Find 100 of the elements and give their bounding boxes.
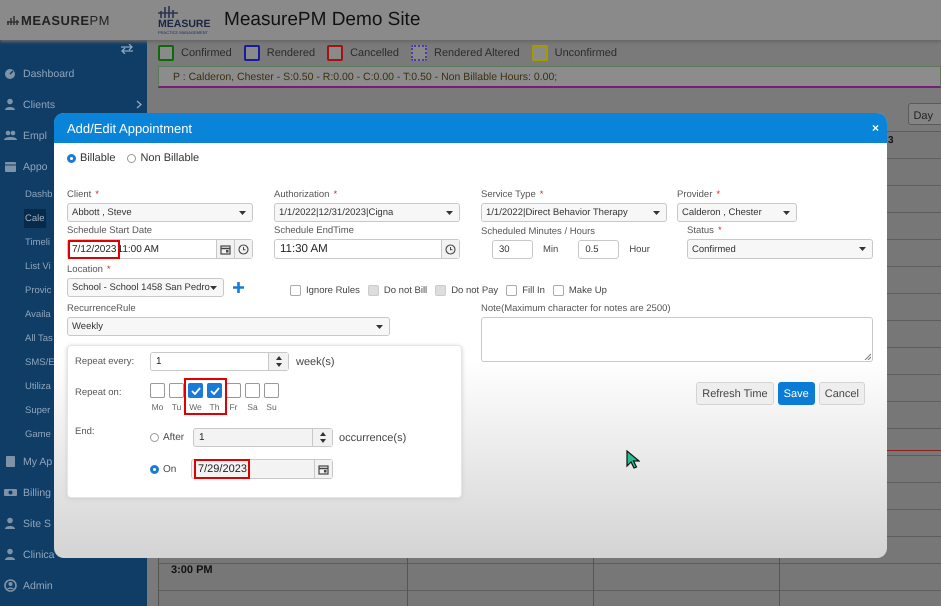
- resize-handle-icon[interactable]: [864, 353, 871, 360]
- note-field[interactable]: [481, 317, 873, 362]
- menu-item[interactable]: Dashboard: [22, 64, 76, 84]
- client-dropdown[interactable]: Abbott , Steve: [67, 203, 253, 222]
- clock-button[interactable]: [441, 240, 459, 258]
- day-label: Sa: [247, 402, 258, 412]
- service-type-dropdown[interactable]: 1/1/2022|Direct Behavior Therapy: [481, 203, 667, 222]
- menu-item[interactable]: Site S: [22, 514, 52, 534]
- menu-item[interactable]: Provic: [24, 280, 52, 300]
- field-label: Provider *: [677, 189, 722, 201]
- column-header: 3: [887, 134, 895, 146]
- field-label: Repeat every:: [75, 356, 136, 367]
- summary-bar: P : Calderon, Chester - S:0.50 - R:0.00 - C:0.00 - T:0.50 - Non Billable Hours: 0.00;: [158, 66, 941, 88]
- repeat-every-field[interactable]: 1: [150, 352, 289, 371]
- calendar-button[interactable]: [216, 240, 234, 258]
- plus-icon: [233, 282, 244, 293]
- brand-logo: MEASURE: [158, 19, 211, 30]
- cursor-icon: [626, 450, 640, 469]
- clock-icon: [445, 244, 456, 254]
- dialog-button[interactable]: Save: [778, 382, 815, 405]
- menu-item[interactable]: Admin: [22, 576, 54, 596]
- radio-button[interactable]: [150, 433, 159, 442]
- tablet-icon: [4, 455, 17, 468]
- person-icon: [4, 517, 17, 530]
- menu-item[interactable]: Empl: [22, 126, 48, 146]
- location-dropdown[interactable]: School - School 1458 San Pedro: [67, 278, 224, 297]
- legend-label: Rendered: [266, 47, 316, 59]
- menu-item[interactable]: Timeli: [24, 232, 51, 252]
- hours-field[interactable]: 0.5: [578, 240, 620, 259]
- checkbox[interactable]: [169, 383, 184, 398]
- radio-button[interactable]: [67, 154, 76, 162]
- menu-item[interactable]: Clients: [22, 94, 56, 114]
- authorization-dropdown[interactable]: 1/1/2022|12/31/2023|Cigna: [274, 203, 460, 222]
- field-label: End:: [75, 426, 96, 437]
- end-time-field[interactable]: 11:30 AM: [274, 239, 460, 259]
- toggle-icon[interactable]: [121, 44, 133, 54]
- stepper-button[interactable]: [268, 353, 288, 370]
- checkbox[interactable]: [150, 383, 165, 398]
- field-label: Authorization *: [274, 189, 338, 201]
- caret-icon: [446, 210, 453, 214]
- field-label: Note(Maximum character for notes are 2500): [481, 303, 672, 315]
- checkbox[interactable]: [552, 285, 564, 296]
- menu-item[interactable]: My Ap: [22, 452, 54, 472]
- site-title: MeasurePM Demo Site: [224, 9, 420, 31]
- menu-item[interactable]: Cale: [24, 208, 46, 228]
- radio-label: Billable: [80, 152, 116, 164]
- legend-label: Confirmed: [181, 47, 232, 59]
- menu-item[interactable]: Utiliza: [24, 376, 52, 396]
- logo-icon: [158, 5, 178, 19]
- calendar-icon: [318, 464, 329, 474]
- end-date-field[interactable]: 7/29/2023: [191, 459, 333, 479]
- checkbox-label: Ignore Rules: [306, 285, 360, 296]
- menu-item[interactable]: Clinica: [22, 544, 56, 564]
- time-label: 3:00 PM: [170, 564, 214, 576]
- recurrence-dropdown[interactable]: Weekly: [67, 317, 390, 336]
- dialog-button[interactable]: Cancel: [818, 382, 865, 405]
- menu-item[interactable]: Billing: [22, 482, 52, 502]
- menu-item[interactable]: Dashb: [24, 184, 54, 204]
- checkbox[interactable]: [207, 383, 222, 398]
- close-button[interactable]: ×: [870, 121, 881, 135]
- checkbox[interactable]: [188, 383, 203, 398]
- field-label: Service Type *: [481, 189, 544, 201]
- occurrence-field[interactable]: 1: [193, 428, 333, 447]
- person-icon: [4, 98, 17, 111]
- day-label: We: [189, 402, 202, 412]
- money-icon: [4, 486, 17, 499]
- add-button[interactable]: [233, 282, 244, 293]
- minutes-field[interactable]: 30: [492, 240, 533, 259]
- calendar-button[interactable]: [314, 460, 332, 478]
- radio-button[interactable]: [127, 154, 136, 162]
- checkbox[interactable]: [245, 383, 260, 398]
- menu-item[interactable]: Availa: [24, 304, 52, 324]
- menu-item[interactable]: All Tas: [24, 328, 54, 348]
- legend-label: Rendered Altered: [434, 47, 520, 59]
- caret-icon: [783, 210, 790, 214]
- start-date-field[interactable]: 7/12/2023 11:00 AM: [67, 239, 253, 259]
- checkbox-label: Do not Pay: [451, 285, 498, 296]
- day-label: Su: [266, 402, 277, 412]
- menu-item[interactable]: Game: [24, 424, 52, 444]
- dialog-button[interactable]: Refresh Time: [696, 382, 774, 405]
- radio-button[interactable]: [150, 464, 159, 474]
- checkbox[interactable]: [290, 285, 301, 296]
- caret-icon: [653, 210, 660, 214]
- unit-label: occurrence(s): [339, 432, 406, 444]
- status-dropdown[interactable]: Confirmed: [687, 239, 873, 259]
- menu-item[interactable]: Appo: [22, 156, 49, 176]
- view-button[interactable]: Day: [908, 103, 941, 125]
- field-label: Scheduled Minutes / Hours: [481, 226, 596, 238]
- provider-dropdown[interactable]: Calderon , Chester: [677, 203, 797, 222]
- unit-label: week(s): [296, 356, 335, 368]
- checkbox[interactable]: [226, 383, 241, 398]
- menu-item[interactable]: Super: [24, 400, 52, 420]
- checkbox[interactable]: [506, 285, 518, 296]
- app-logo: MEASUREPM: [21, 12, 110, 28]
- clock-button[interactable]: [234, 240, 252, 258]
- stepper-button[interactable]: [312, 429, 332, 446]
- menu-item[interactable]: SMS/E: [24, 352, 56, 372]
- checkbox[interactable]: [264, 383, 279, 398]
- menu-item[interactable]: List Vi: [24, 256, 52, 276]
- field-label: Status *: [687, 225, 723, 237]
